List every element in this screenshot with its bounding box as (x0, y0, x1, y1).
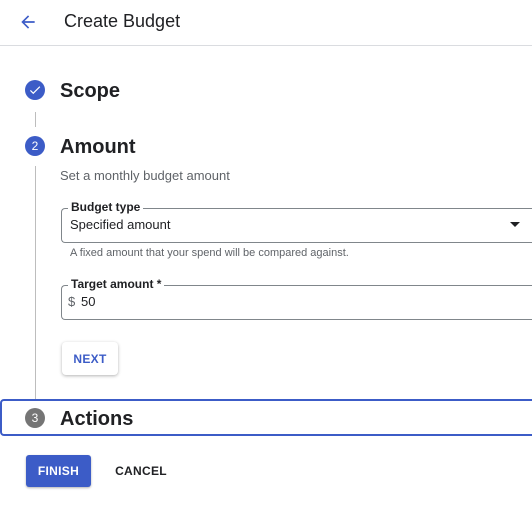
step-scope-title[interactable]: Scope (60, 79, 120, 103)
header-bar: Create Budget (0, 0, 532, 46)
target-amount-field[interactable]: Target amount * $ 50 (61, 277, 532, 320)
check-icon (29, 86, 41, 95)
budget-type-select[interactable]: Budget type Specified amount (61, 200, 532, 243)
step-actions-number: 3 (25, 408, 45, 428)
target-amount-value[interactable]: 50 (81, 294, 95, 309)
finish-button[interactable]: FINISH (26, 455, 91, 487)
budget-type-helper: A fixed amount that your spend will be c… (70, 247, 349, 259)
step-connector (35, 166, 36, 399)
target-amount-label: Target amount * (68, 277, 165, 291)
cancel-button[interactable]: CANCEL (110, 455, 172, 487)
next-button[interactable]: NEXT (62, 342, 118, 375)
budget-type-label: Budget type (68, 200, 144, 214)
dropdown-arrow-icon (510, 222, 520, 227)
back-button[interactable] (14, 8, 42, 36)
currency-prefix: $ (68, 294, 76, 309)
arrow-back-icon (21, 15, 35, 29)
step-amount-number: 2 (25, 136, 45, 156)
create-budget-page: Create Budget Scope 2 Amount Set a month… (0, 0, 532, 518)
step-actions-title[interactable]: Actions (60, 407, 133, 431)
budget-type-value: Specified amount (70, 217, 171, 232)
step-scope-icon[interactable] (25, 80, 45, 100)
step-amount-title: Amount (60, 136, 136, 158)
page-title: Create Budget (64, 11, 181, 31)
step-connector (35, 112, 36, 127)
amount-subtitle: Set a monthly budget amount (60, 168, 230, 183)
